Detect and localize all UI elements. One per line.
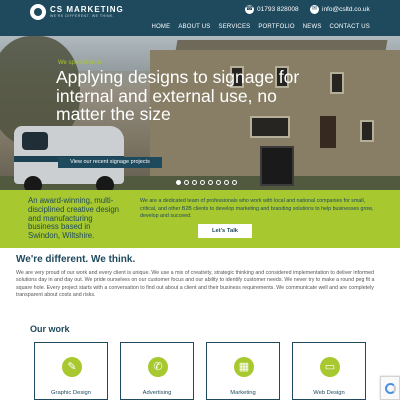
nav-about-us[interactable]: ABOUT US <box>178 24 210 30</box>
nav-services[interactable]: SERVICES <box>219 24 251 30</box>
work-card-web-design[interactable]: ▭ Web Design <box>292 342 366 400</box>
slider-dot[interactable] <box>216 180 221 185</box>
different-title: We're different. We think. <box>16 254 136 265</box>
slider-dot[interactable] <box>184 180 189 185</box>
slider-dot[interactable] <box>224 180 229 185</box>
email-contact[interactable]: ✉ info@csltd.co.uk <box>310 5 370 14</box>
lets-talk-button[interactable]: Let's Talk <box>198 224 252 238</box>
main-nav: HOME ABOUT US SERVICES PORTFOLIO NEWS CO… <box>152 24 370 30</box>
logo-name: CS MARKETING <box>50 5 124 14</box>
slider-dot[interactable] <box>200 180 205 185</box>
work-card-label: Marketing <box>230 390 256 396</box>
view-projects-button[interactable]: View our recent signage projects <box>58 157 162 168</box>
slider-dot[interactable] <box>208 180 213 185</box>
monitor-icon: ▭ <box>320 357 340 377</box>
site-header: CS MARKETING WE'RE DIFFERENT. WE THINK. … <box>0 0 400 36</box>
recaptcha-icon <box>385 383 396 394</box>
megaphone-icon: ✆ <box>148 357 168 377</box>
recaptcha-badge[interactable] <box>380 376 400 400</box>
phone-contact[interactable]: ☎ 01793 828008 <box>245 5 299 14</box>
nav-contact-us[interactable]: CONTACT US <box>330 24 370 30</box>
slider-dots <box>176 180 237 185</box>
nav-home[interactable]: HOME <box>152 24 171 30</box>
logo[interactable]: CS MARKETING WE'RE DIFFERENT. WE THINK. <box>30 4 124 20</box>
phone-number: 01793 828008 <box>257 6 299 13</box>
work-card-advertising[interactable]: ✆ Advertising <box>120 342 194 400</box>
work-title: Our work <box>30 324 70 334</box>
slider-dot[interactable] <box>192 180 197 185</box>
intro-description: We are a dedicated team of professionals… <box>140 198 374 219</box>
nav-news[interactable]: NEWS <box>303 24 322 30</box>
nav-portfolio[interactable]: PORTFOLIO <box>258 24 294 30</box>
pen-icon: ✎ <box>62 357 82 377</box>
email-address: info@csltd.co.uk <box>322 6 370 13</box>
intro-headline: An award-winning, multi-disciplined crea… <box>28 196 120 241</box>
work-card-label: Web Design <box>313 390 345 396</box>
work-card-label: Graphic Design <box>51 390 91 396</box>
logo-tagline: WE'RE DIFFERENT. WE THINK. <box>50 14 115 18</box>
hero-eyebrow: We specialise in <box>58 60 102 66</box>
hero-title: Applying designs to signage for internal… <box>56 67 300 124</box>
chart-icon: ▦ <box>234 357 254 377</box>
logo-mark-icon <box>30 4 46 20</box>
work-card-marketing[interactable]: ▦ Marketing <box>206 342 280 400</box>
different-text: We are very proud of our work and every … <box>16 270 375 299</box>
slider-dot[interactable] <box>232 180 237 185</box>
phone-icon: ☎ <box>245 5 254 14</box>
email-icon: ✉ <box>310 5 319 14</box>
slider-dot[interactable] <box>176 180 181 185</box>
work-card-graphic-design[interactable]: ✎ Graphic Design <box>34 342 108 400</box>
work-card-label: Advertising <box>142 390 172 396</box>
